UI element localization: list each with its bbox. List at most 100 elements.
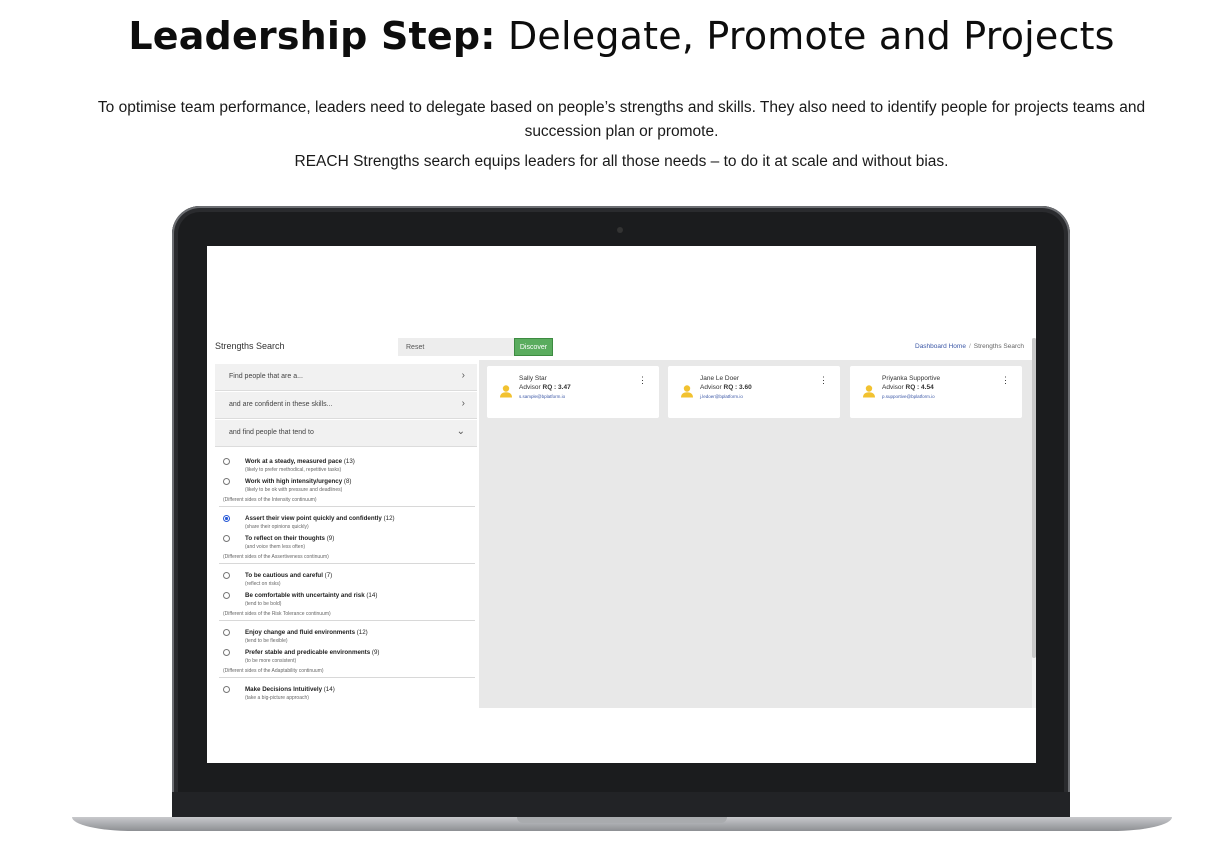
filter-accordion-label: and are confident in these skills... bbox=[229, 401, 333, 408]
person-card[interactable]: Priyanka Supportive Advisor RQ : 4.54 p.su… bbox=[850, 366, 1022, 418]
intro-text-secondary: REACH Strengths search equips leaders fo… bbox=[294, 153, 949, 170]
person-role: Advisor bbox=[519, 384, 541, 391]
continuum-note: (Different sides of the Assertiveness co… bbox=[223, 554, 329, 560]
group-divider bbox=[219, 677, 475, 678]
radio-button[interactable] bbox=[223, 458, 230, 465]
tendency-option-text: Assert their view point quickly and conf… bbox=[245, 515, 382, 522]
tendency-option-count: (12) bbox=[381, 515, 395, 522]
tendency-option-label: Assert their view point quickly and conf… bbox=[245, 515, 395, 522]
tendency-option-text: Make Decisions Intuitively bbox=[245, 686, 323, 693]
tendency-option-label: To reflect on their thoughts (9) bbox=[245, 535, 334, 542]
tendency-option-count: (9) bbox=[370, 649, 380, 656]
breadcrumb-home-link[interactable]: Dashboard Home bbox=[915, 343, 966, 350]
person-email-link[interactable]: s.sample@bplatform.io bbox=[519, 394, 565, 399]
continuum-note: (Different sides of the Risk Tolerance c… bbox=[223, 611, 331, 617]
continuum-note: (Different sides of the Adaptability con… bbox=[223, 668, 324, 674]
filter-accordion-2[interactable]: and are confident in these skills... › bbox=[215, 392, 477, 419]
rq-label: RQ : bbox=[723, 384, 740, 391]
person-name: Jane Le Doer bbox=[700, 375, 740, 382]
group-divider bbox=[219, 563, 475, 564]
group-divider bbox=[219, 506, 475, 507]
discover-button[interactable]: Discover bbox=[514, 338, 553, 356]
radio-button[interactable] bbox=[223, 592, 230, 599]
chevron-right-icon: › bbox=[461, 398, 465, 409]
radio-button[interactable] bbox=[223, 535, 230, 542]
rq-value: 3.47 bbox=[558, 384, 571, 391]
tendency-option-label: Be comfortable with uncertainty and risk… bbox=[245, 592, 377, 599]
person-name: Priyanka Supportive bbox=[882, 375, 941, 382]
tendency-option-count: (8) bbox=[342, 478, 352, 485]
laptop-screen: Strengths Search Reset Discover Dashboar… bbox=[207, 246, 1036, 763]
radio-button[interactable] bbox=[223, 572, 230, 579]
person-role-rq: Advisor RQ : 4.54 bbox=[882, 384, 934, 391]
person-role-rq: Advisor RQ : 3.60 bbox=[700, 384, 752, 391]
hero-title-rest: Delegate, Promote and Projects bbox=[495, 14, 1115, 58]
tendency-option-label: Prefer stable and predicable environment… bbox=[245, 649, 379, 656]
user-avatar-icon bbox=[863, 385, 875, 398]
tendency-option-hint: (reflect on risks) bbox=[245, 581, 281, 587]
more-options-icon[interactable]: ⋮ bbox=[638, 376, 647, 385]
filter-accordion-1[interactable]: Find people that are a... › bbox=[215, 364, 477, 391]
tendency-option-label: To be cautious and careful (7) bbox=[245, 572, 332, 579]
filter-accordion-label: and find people that tend to bbox=[229, 429, 314, 436]
tendency-option-text: Prefer stable and predicable environment… bbox=[245, 649, 371, 656]
tendency-option-label: Enjoy change and fluid environments (12) bbox=[245, 629, 368, 636]
rq-label: RQ : bbox=[542, 384, 559, 391]
person-card[interactable]: Jane Le Doer Advisor RQ : 3.60 j.ledoer@bp… bbox=[668, 366, 840, 418]
app-header: Strengths Search Reset Discover Dashboar… bbox=[207, 336, 1036, 360]
more-options-icon[interactable]: ⋮ bbox=[819, 376, 828, 385]
laptop-base-notch bbox=[517, 817, 727, 823]
tendency-option-count: (14) bbox=[322, 686, 335, 693]
tendency-option-count: (14) bbox=[364, 592, 378, 599]
more-options-icon[interactable]: ⋮ bbox=[1001, 376, 1010, 385]
tendency-option-hint: (take a big-picture approach) bbox=[245, 695, 309, 701]
radio-button[interactable] bbox=[223, 649, 230, 656]
person-role-rq: Advisor RQ : 3.47 bbox=[519, 384, 571, 391]
person-email-link[interactable]: j.ledoer@bplatform.io bbox=[700, 394, 743, 399]
rq-label: RQ : bbox=[905, 384, 922, 391]
tendency-option-hint: (tend to be bold) bbox=[245, 601, 282, 607]
tendency-option-text: Work at a steady, measured pace bbox=[245, 458, 343, 465]
rq-value: 3.60 bbox=[739, 384, 752, 391]
tendency-option-hint: (share their opinions quickly) bbox=[245, 524, 309, 530]
person-role: Advisor bbox=[882, 384, 904, 391]
person-email-link[interactable]: p.supportive@bplatform.io bbox=[882, 394, 935, 399]
tendency-option-hint: (to be more consistent) bbox=[245, 658, 297, 664]
continuum-note: (Different sides of the Intensity contin… bbox=[223, 497, 317, 503]
rq-value: 4.54 bbox=[921, 384, 934, 391]
user-avatar-icon bbox=[500, 385, 512, 398]
tendency-option-hint: (and voice them less often) bbox=[245, 544, 306, 550]
person-name: Sally Star bbox=[519, 375, 547, 382]
radio-button[interactable] bbox=[223, 478, 230, 485]
tendency-option-count: (9) bbox=[324, 535, 335, 542]
tendency-option-count: (12) bbox=[355, 629, 368, 636]
person-role: Advisor bbox=[700, 384, 722, 391]
hero-title: Leadership Step: Delegate, Promote and P… bbox=[0, 14, 1205, 58]
tendency-option-text: To reflect on their thoughts bbox=[245, 535, 325, 542]
breadcrumb-current: Strengths Search bbox=[973, 343, 1024, 350]
hero-title-bold: Leadership Step: bbox=[128, 14, 496, 58]
tendency-option-count: (7) bbox=[322, 572, 333, 579]
filter-panel: Find people that are a... › and are confid… bbox=[207, 360, 479, 708]
tendency-option-text: Work with high intensity/urgency bbox=[245, 478, 343, 485]
laptop-camera bbox=[617, 227, 623, 233]
radio-button[interactable] bbox=[223, 629, 230, 636]
filter-accordion-3[interactable]: and find people that tend to ⌄ bbox=[215, 420, 477, 447]
filter-accordion-label: Find people that are a... bbox=[229, 373, 303, 380]
tendency-option-text: Be comfortable with uncertainty and risk bbox=[245, 592, 365, 599]
breadcrumb-separator: / bbox=[968, 343, 971, 350]
intro-text: To optimise team performance, leaders ne… bbox=[97, 99, 1146, 140]
laptop-hinge bbox=[172, 792, 1070, 818]
radio-button[interactable] bbox=[223, 686, 230, 693]
scrollbar-thumb[interactable] bbox=[1032, 338, 1036, 658]
user-avatar-icon bbox=[681, 385, 693, 398]
chevron-down-icon: ⌄ bbox=[456, 426, 465, 437]
tendency-option-hint: (likely to be ok with pressure and deadl… bbox=[245, 487, 343, 493]
tendency-option-label: Make Decisions Intuitively (14) bbox=[245, 686, 335, 693]
tendency-option-hint: (tend to be flexible) bbox=[245, 638, 288, 644]
person-card[interactable]: Sally Star Advisor RQ : 3.47 s.sample@bpla… bbox=[487, 366, 659, 418]
group-divider bbox=[219, 620, 475, 621]
radio-button[interactable] bbox=[223, 515, 230, 522]
tendency-option-hint: (likely to prefer methodical, repetitive… bbox=[245, 467, 342, 473]
reset-button[interactable]: Reset bbox=[398, 338, 515, 356]
